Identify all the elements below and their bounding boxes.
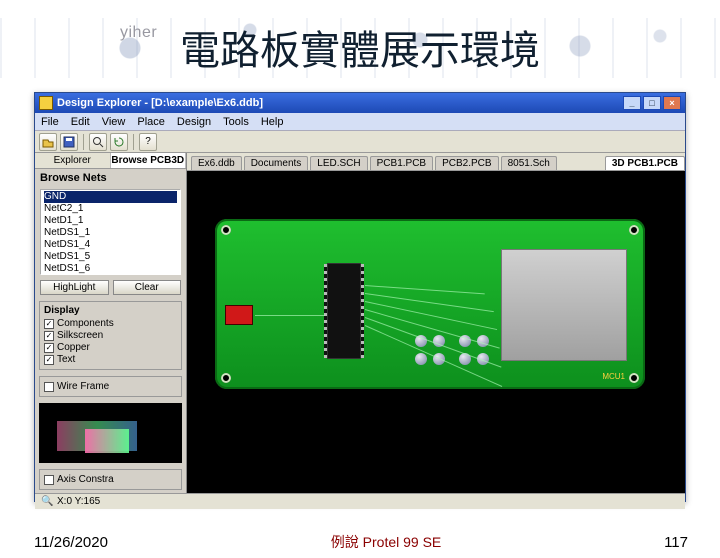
display-group: Display ✓Components ✓Silkscreen ✓Copper … bbox=[39, 301, 182, 370]
check-label: Components bbox=[57, 318, 114, 329]
menu-design[interactable]: Design bbox=[171, 116, 217, 128]
tab-explorer[interactable]: Explorer bbox=[35, 153, 111, 168]
browse-nets-title: Browse Nets bbox=[35, 169, 186, 187]
maximize-button[interactable]: □ bbox=[643, 96, 661, 110]
close-button[interactable]: × bbox=[663, 96, 681, 110]
titlebar[interactable]: Design Explorer - [D:\example\Ex6.ddb] _… bbox=[35, 93, 685, 113]
mount-hole bbox=[629, 373, 639, 383]
left-tabs: Explorer Browse PCB3D bbox=[35, 153, 186, 169]
doc-tab-3dpcb1[interactable]: 3D PCB1.PCB bbox=[605, 156, 685, 170]
slide-footer: 11/26/2020 例說 Protel 99 SE 117 bbox=[0, 532, 720, 552]
left-panel: Explorer Browse PCB3D Browse Nets GND Ne… bbox=[35, 153, 187, 493]
window-title: Design Explorer - [D:\example\Ex6.ddb] bbox=[57, 97, 263, 109]
pcb-preview[interactable] bbox=[39, 403, 182, 463]
statusbar: 🔍 X:0 Y:165 bbox=[35, 493, 685, 509]
menu-view[interactable]: View bbox=[96, 116, 132, 128]
axis-group: Axis Constra bbox=[39, 469, 182, 490]
tab-browse-pcb3d[interactable]: Browse PCB3D bbox=[111, 153, 187, 168]
highlight-button[interactable]: HighLight bbox=[40, 280, 109, 295]
list-item[interactable]: GND bbox=[44, 191, 177, 203]
toolbar-refresh-icon[interactable] bbox=[110, 133, 128, 151]
display-group-title: Display bbox=[44, 305, 177, 316]
check-copper[interactable]: ✓Copper bbox=[44, 342, 177, 353]
doc-tab-pcb2[interactable]: PCB2.PCB bbox=[435, 156, 498, 170]
check-text[interactable]: ✓Text bbox=[44, 354, 177, 365]
footer-center: 例說 Protel 99 SE bbox=[108, 532, 664, 552]
mount-hole bbox=[629, 225, 639, 235]
document-area: Ex6.ddb Documents LED.SCH PCB1.PCB PCB2.… bbox=[187, 153, 685, 493]
doc-tab-ex6ddb[interactable]: Ex6.ddb bbox=[191, 156, 242, 170]
list-item[interactable]: NetD1_1 bbox=[44, 215, 177, 227]
mount-hole bbox=[221, 373, 231, 383]
toolbar-separator bbox=[83, 134, 84, 150]
app-window: Design Explorer - [D:\example\Ex6.ddb] _… bbox=[34, 92, 686, 502]
document-tabs: Ex6.ddb Documents LED.SCH PCB1.PCB PCB2.… bbox=[187, 153, 685, 171]
check-label: Silkscreen bbox=[57, 330, 103, 341]
menu-tools[interactable]: Tools bbox=[217, 116, 255, 128]
pcb-3d-canvas[interactable]: MCU1 bbox=[187, 171, 685, 493]
check-label: Wire Frame bbox=[57, 381, 109, 392]
doc-tab-8051sch[interactable]: 8051.Sch bbox=[501, 156, 557, 170]
toolbar-save-icon[interactable] bbox=[60, 133, 78, 151]
check-components[interactable]: ✓Components bbox=[44, 318, 177, 329]
mount-hole bbox=[221, 225, 231, 235]
capacitor bbox=[415, 353, 427, 365]
toolbar-separator bbox=[133, 134, 134, 150]
clear-button[interactable]: Clear bbox=[113, 280, 182, 295]
list-item[interactable]: NetC2_1 bbox=[44, 203, 177, 215]
pcb-board: MCU1 bbox=[215, 219, 645, 389]
toolbar-help-icon[interactable]: ? bbox=[139, 133, 157, 151]
check-wireframe[interactable]: Wire Frame bbox=[44, 381, 177, 392]
menubar: File Edit View Place Design Tools Help bbox=[35, 113, 685, 131]
check-label: Copper bbox=[57, 342, 90, 353]
check-silkscreen[interactable]: ✓Silkscreen bbox=[44, 330, 177, 341]
module-gray bbox=[501, 249, 627, 361]
doc-tab-documents[interactable]: Documents bbox=[244, 156, 309, 170]
menu-place[interactable]: Place bbox=[131, 116, 171, 128]
menu-edit[interactable]: Edit bbox=[65, 116, 96, 128]
list-item[interactable]: NetDS1_4 bbox=[44, 239, 177, 251]
footer-date: 11/26/2020 bbox=[34, 534, 108, 551]
check-axis-constrain[interactable]: Axis Constra bbox=[44, 474, 177, 485]
minimize-button[interactable]: _ bbox=[623, 96, 641, 110]
list-item[interactable]: NetDS1_1 bbox=[44, 227, 177, 239]
net-list[interactable]: GND NetC2_1 NetD1_1 NetDS1_1 NetDS1_4 Ne… bbox=[40, 189, 181, 275]
menu-help[interactable]: Help bbox=[255, 116, 290, 128]
zoom-icon[interactable]: 🔍 bbox=[41, 496, 53, 507]
doc-tab-ledsch[interactable]: LED.SCH bbox=[310, 156, 367, 170]
check-label: Axis Constra bbox=[57, 474, 114, 485]
list-item[interactable]: NetDS1_6 bbox=[44, 263, 177, 275]
dip-ic bbox=[327, 263, 361, 359]
doc-tab-pcb1[interactable]: PCB1.PCB bbox=[370, 156, 433, 170]
pcb-label: MCU1 bbox=[602, 372, 625, 381]
status-coords: X:0 Y:165 bbox=[57, 496, 100, 507]
toolbar-open-icon[interactable] bbox=[39, 133, 57, 151]
app-icon bbox=[39, 96, 53, 110]
footer-page-number: 117 bbox=[664, 534, 688, 551]
page-title: 電路板實體展示環境 bbox=[0, 18, 720, 76]
menu-file[interactable]: File bbox=[35, 116, 65, 128]
check-label: Text bbox=[57, 354, 75, 365]
toolbar: ? bbox=[35, 131, 685, 153]
toolbar-zoom-icon[interactable] bbox=[89, 133, 107, 151]
wireframe-group: Wire Frame bbox=[39, 376, 182, 397]
connector-red bbox=[225, 305, 253, 325]
list-item[interactable]: NetDS1_5 bbox=[44, 251, 177, 263]
